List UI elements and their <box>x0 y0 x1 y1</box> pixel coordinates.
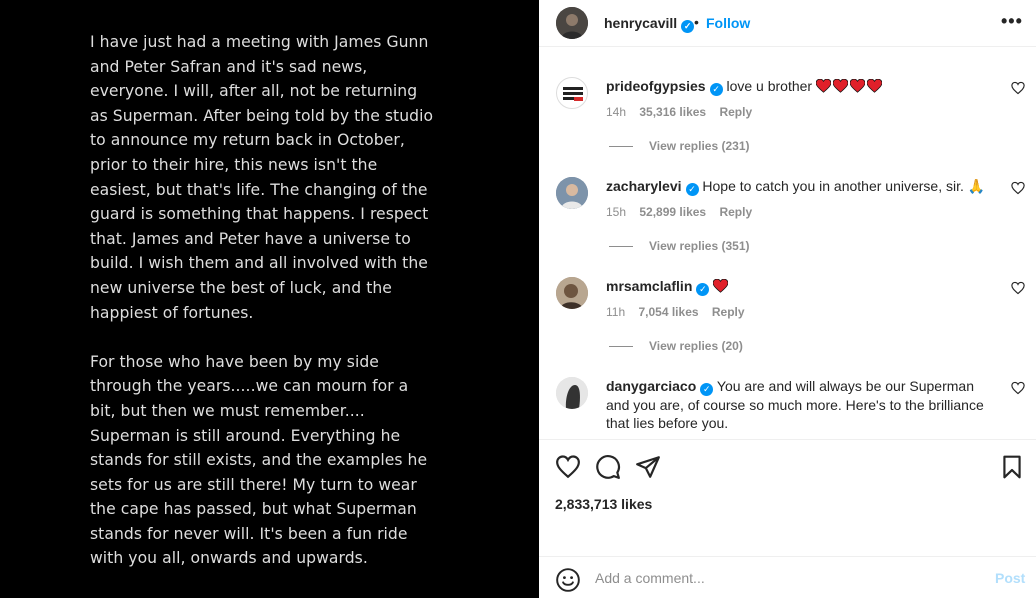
post-actions <box>539 450 1036 482</box>
header-separator: • <box>694 14 699 30</box>
emoji-smiley-icon[interactable] <box>555 567 581 593</box>
reply-button[interactable]: Reply <box>712 305 745 319</box>
post-image-paragraph-2: For those who have been by my side throu… <box>90 352 428 568</box>
post-likes-count[interactable]: 2,833,713 likes <box>555 496 652 512</box>
like-comment-heart-icon[interactable] <box>1011 81 1025 95</box>
like-comment-heart-icon[interactable] <box>1011 181 1025 195</box>
view-replies-text[interactable]: View replies (231) <box>649 139 750 153</box>
red-heart-emoji-icon <box>849 79 865 93</box>
comment-likes[interactable]: 7,054 likes <box>638 305 698 319</box>
commenter-avatar[interactable] <box>556 277 588 309</box>
like-heart-icon[interactable] <box>555 454 581 480</box>
post-image: I have just had a meeting with James Gun… <box>0 0 539 598</box>
comment-username[interactable]: danygarciaco <box>606 378 696 394</box>
follow-button[interactable]: Follow <box>706 15 750 31</box>
reply-button[interactable]: Reply <box>719 205 752 219</box>
view-replies-text[interactable]: View replies (351) <box>649 239 750 253</box>
add-comment-input[interactable] <box>595 567 975 589</box>
verified-icon: ✓ <box>681 20 695 33</box>
post-image-text: I have just had a meeting with James Gun… <box>90 30 435 596</box>
add-comment-bar: Post <box>539 556 1036 598</box>
comment-time[interactable]: 14h <box>606 105 626 119</box>
verified-icon: ✓ <box>696 283 710 296</box>
comment-body: zacharylevi ✓ Hope to catch you in anothe… <box>606 177 996 196</box>
author-username[interactable]: henrycavill ✓ <box>604 15 695 33</box>
comment-username[interactable]: mrsamclaflin <box>606 278 692 294</box>
comment-time[interactable]: 15h <box>606 205 626 219</box>
red-heart-emoji-icon <box>832 79 848 93</box>
post-comment-button[interactable]: Post <box>995 570 1025 586</box>
heart-emojis <box>713 278 730 294</box>
like-comment-heart-icon[interactable] <box>1011 381 1025 395</box>
red-heart-emoji-icon <box>713 279 729 293</box>
comment-text: love u brother <box>726 78 813 94</box>
comment-username[interactable]: prideofgypsies <box>606 78 706 94</box>
comment-body: mrsamclaflin ✓ <box>606 277 996 296</box>
comment-likes[interactable]: 52,899 likes <box>639 205 706 219</box>
save-bookmark-icon[interactable] <box>999 454 1025 480</box>
view-replies-button[interactable]: View replies (231) <box>609 139 750 153</box>
reply-button[interactable]: Reply <box>719 105 752 119</box>
comment-username[interactable]: zacharylevi <box>606 178 682 194</box>
share-send-icon[interactable] <box>635 454 661 480</box>
commenter-avatar[interactable] <box>556 77 588 109</box>
commenter-avatar[interactable] <box>556 377 588 409</box>
author-username-text[interactable]: henrycavill <box>604 15 677 31</box>
heart-emojis <box>815 78 884 94</box>
comment-text: Hope to catch you in another universe, s… <box>702 178 986 194</box>
verified-icon: ✓ <box>700 383 714 396</box>
post-header: henrycavill ✓ • Follow ••• <box>539 0 1036 47</box>
comment-time[interactable]: 11h <box>606 305 625 319</box>
red-heart-emoji-icon <box>866 79 882 93</box>
comments-list[interactable]: prideofgypsies ✓ love u brother 14h 35,31… <box>539 48 1036 440</box>
more-options-icon[interactable]: ••• <box>1001 11 1023 32</box>
post-image-paragraph-1: I have just had a meeting with James Gun… <box>90 33 434 322</box>
comment-body: prideofgypsies ✓ love u brother <box>606 77 996 96</box>
commenter-avatar[interactable] <box>556 177 588 209</box>
comment-bubble-icon[interactable] <box>595 454 621 480</box>
comment-meta: 15h 52,899 likes Reply <box>606 205 762 219</box>
view-replies-button[interactable]: View replies (351) <box>609 239 750 253</box>
verified-icon: ✓ <box>685 183 699 196</box>
view-replies-text[interactable]: View replies (20) <box>649 339 743 353</box>
view-replies-line <box>609 246 633 248</box>
comment-likes[interactable]: 35,316 likes <box>639 105 706 119</box>
red-heart-emoji-icon <box>815 79 831 93</box>
view-replies-line <box>609 146 633 148</box>
comment-meta: 11h 7,054 likes Reply <box>606 305 755 319</box>
verified-icon: ✓ <box>709 83 723 96</box>
comment-meta: 14h 35,316 likes Reply <box>606 105 762 119</box>
view-replies-line <box>609 346 633 348</box>
post-panel: henrycavill ✓ • Follow ••• prideofgypsies… <box>539 0 1036 598</box>
comment-body: danygarciaco ✓ You are and will always be… <box>606 377 996 432</box>
like-comment-heart-icon[interactable] <box>1011 281 1025 295</box>
view-replies-button[interactable]: View replies (20) <box>609 339 743 353</box>
author-avatar[interactable] <box>556 7 588 39</box>
